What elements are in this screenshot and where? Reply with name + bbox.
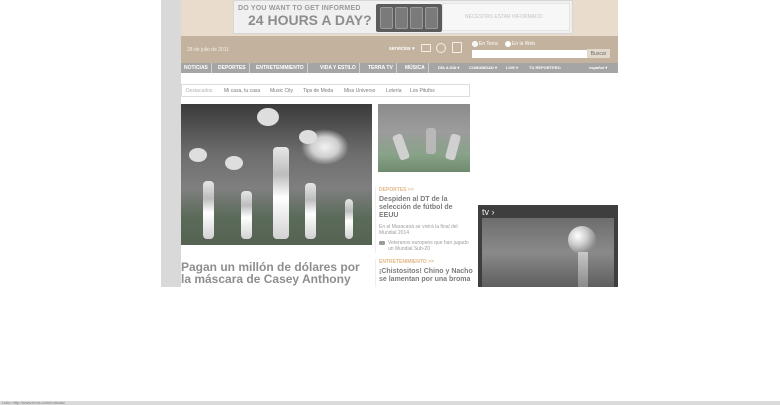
ad-right-text: NECESITAS ESTAR INFORMADO (465, 14, 543, 20)
cheerleader-figure (241, 191, 252, 239)
search-web-radio[interactable] (505, 41, 511, 47)
deportes-sub2-text: Veteranos europeos que han jugado un Mun… (388, 240, 469, 252)
deportes-title[interactable]: Despiden al DT de la selección de fútbol… (379, 196, 473, 220)
banner-ad[interactable]: DO YOU WANT TO GET INFORMED 24 HOURS A D… (233, 0, 573, 34)
pompom (225, 156, 243, 170)
search-web-label: En la Web (512, 41, 535, 47)
main-nav: NOTICIAS DEPORTES ENTRETENIMIENTO VIDA Y… (181, 63, 618, 73)
cheerleader-figure (203, 181, 214, 239)
mail-icon[interactable] (421, 44, 431, 52)
search-terra-radio[interactable] (472, 41, 478, 47)
status-text: Listo: http://www.terra.com/noticias/ (2, 400, 65, 405)
subnav-tips-de-moda[interactable]: Tips de Moda (303, 88, 333, 94)
nav-dia-a-dia[interactable]: DÍA A DÍA ▾ (438, 63, 459, 73)
nav-tu-reportero[interactable]: TU REPORTERO (529, 63, 561, 73)
player-figure (444, 133, 462, 161)
sports-photo[interactable] (378, 104, 470, 172)
nav-vida-y-estilo[interactable]: VIDA Y ESTILO (317, 63, 360, 73)
deportes-category[interactable]: DEPORTES >> (379, 187, 473, 193)
top-banner: DO YOU WANT TO GET INFORMED 24 HOURS A D… (181, 0, 618, 36)
entretenimiento-category[interactable]: ENTRETENIMIENTO >> (379, 259, 473, 265)
ad-right-panel: NECESITAS ESTAR INFORMADO (442, 3, 570, 31)
page-container: DO YOU WANT TO GET INFORMED 24 HOURS A D… (181, 0, 618, 287)
nav-noticias[interactable]: NOTICIAS (181, 63, 212, 73)
nav-live[interactable]: LIVE ▾ (506, 63, 518, 73)
deportes-block: DEPORTES >> Despiden al DT de la selecci… (375, 187, 473, 253)
subnav-miss-universo[interactable]: Miss Universo (344, 88, 375, 94)
entretenimiento-title[interactable]: ¡Chistositos! Chino y Nacho se lamentan … (379, 268, 473, 284)
nav-entretenimiento[interactable]: ENTRETENIMIENTO (253, 63, 308, 73)
current-date: 28 de julio de 2011 (187, 47, 229, 53)
tv-thumbnail[interactable] (482, 218, 614, 287)
messenger-icon[interactable] (436, 43, 446, 53)
nav-comunidad[interactable]: COMUNIDAD ▾ (469, 63, 497, 73)
main-headline[interactable]: Pagan un millón de dólares por la máscar… (181, 261, 372, 285)
nav-musica[interactable]: MÚSICA (402, 63, 429, 73)
search-terra-label: En Terra (479, 41, 498, 47)
camera-icon (379, 241, 385, 245)
pompom (257, 108, 279, 126)
trophy-ball (568, 226, 596, 254)
search-input[interactable] (472, 50, 587, 58)
cheerleader-figure (305, 183, 316, 239)
subnav-loteria[interactable]: Lotería (386, 88, 402, 94)
main-news-photo[interactable] (181, 104, 372, 245)
pompom (189, 148, 207, 162)
player-figure (426, 128, 436, 154)
status-bar: Listo: http://www.terra.com/noticias/ (0, 400, 780, 405)
sub-nav: Destacados Mi casa, tu casa Music City T… (181, 84, 470, 97)
cheerleader-figure (273, 147, 289, 239)
entretenimiento-block: ENTRETENIMIENTO >> ¡Chistositos! Chino y… (375, 259, 473, 287)
servicios-menu[interactable]: servicios ▾ (389, 46, 415, 52)
ad-line2: 24 HOURS A DAY? (248, 12, 372, 28)
left-page-rail (161, 0, 181, 287)
header-bar: 28 de julio de 2011 servicios ▾ En Terra… (181, 36, 618, 63)
pompom (299, 130, 317, 144)
trophy-stem (578, 252, 588, 287)
touch-icon[interactable] (452, 42, 462, 53)
ad-line1: DO YOU WANT TO GET INFORMED (238, 5, 361, 12)
deportes-sub2[interactable]: Veteranos europeos que han jugado un Mun… (379, 240, 473, 252)
tv-label[interactable]: tv › (482, 207, 495, 217)
nav-terra-tv[interactable]: TERRA TV (365, 63, 397, 73)
phones-image (376, 4, 442, 32)
subnav-destacados[interactable]: Destacados (186, 88, 212, 94)
tv-panel[interactable]: tv › (478, 205, 618, 287)
search-button[interactable]: Buscar (587, 49, 610, 58)
subnav-music-city[interactable]: Music City (270, 88, 293, 94)
subnav-los-pitufos[interactable]: Los Pitufos (410, 88, 435, 94)
subnav-mi-casa[interactable]: Mi casa, tu casa (224, 88, 260, 94)
cheerleader-figure (345, 199, 353, 239)
player-figure (391, 133, 411, 161)
language-selector[interactable]: español ▾ (589, 63, 607, 73)
nav-deportes[interactable]: DEPORTES (215, 63, 250, 73)
deportes-sub1[interactable]: En el Maracaná se vivirá la final del Mu… (379, 224, 473, 236)
